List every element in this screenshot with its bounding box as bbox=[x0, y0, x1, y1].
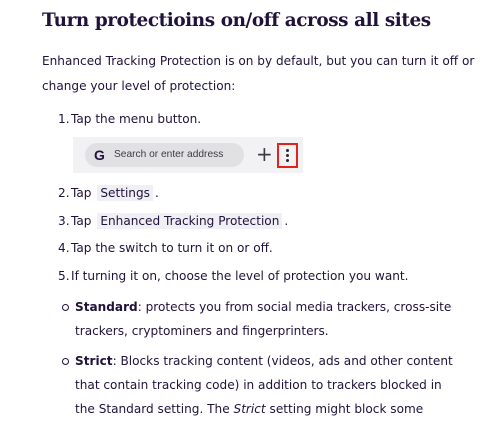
step-text: Tap bbox=[71, 186, 92, 200]
bullet-icon bbox=[62, 357, 69, 365]
settings-label: Settings bbox=[97, 185, 153, 201]
level-name: Strict bbox=[75, 353, 113, 368]
protection-levels-list: Standard: protects you from social media… bbox=[42, 295, 480, 426]
level-emphasis: Strict bbox=[233, 401, 266, 416]
step-5: 5. If turning it on, choose the level of… bbox=[58, 266, 480, 286]
address-bar: G Search or enter address bbox=[85, 143, 244, 167]
three-dot-menu-icon bbox=[277, 143, 298, 168]
steps-list: 1. Tap the menu button. G Search or ente… bbox=[42, 109, 480, 286]
level-strict: Strict: Blocks tracking content (videos,… bbox=[62, 349, 453, 426]
step-text: Tap bbox=[71, 213, 92, 228]
step-number: 5. bbox=[58, 268, 70, 283]
bullet-icon bbox=[62, 303, 69, 311]
step-number: 1. bbox=[58, 112, 70, 126]
level-standard: Standard: protects you from social media… bbox=[62, 295, 453, 343]
step-text: If turning it on, choose the level of pr… bbox=[71, 268, 409, 283]
level-name: Standard bbox=[75, 299, 138, 314]
step-4: 4. Tap the switch to turn it on or off. bbox=[58, 238, 480, 258]
step-2: 2. Tap Settings. bbox=[58, 183, 480, 203]
plus-icon: + bbox=[256, 142, 273, 166]
step-punct: . bbox=[154, 186, 159, 200]
step-3: 3. Tap Enhanced Tracking Protection. bbox=[58, 211, 480, 231]
page-title: Turn protectioins on/off across all site… bbox=[42, 10, 431, 31]
step-number: 2. bbox=[58, 186, 70, 200]
intro-paragraph: Enhanced Tracking Protection is on by de… bbox=[42, 54, 475, 93]
step-text: Tap the menu button. bbox=[71, 112, 202, 126]
toolbar-illustration: G Search or enter address + bbox=[73, 137, 303, 173]
step-1: 1. Tap the menu button. G Search or ente… bbox=[58, 109, 480, 173]
article: Turn protectioins on/off across all site… bbox=[0, 0, 500, 426]
step-text: Tap the switch to turn it on or off. bbox=[71, 241, 273, 255]
step-punct: . bbox=[284, 213, 289, 228]
etp-label: Enhanced Tracking Protection bbox=[97, 212, 283, 229]
address-placeholder: Search or enter address bbox=[114, 149, 224, 160]
google-icon: G bbox=[94, 147, 105, 163]
step-number: 3. bbox=[58, 213, 70, 228]
step-number: 4. bbox=[58, 241, 70, 255]
